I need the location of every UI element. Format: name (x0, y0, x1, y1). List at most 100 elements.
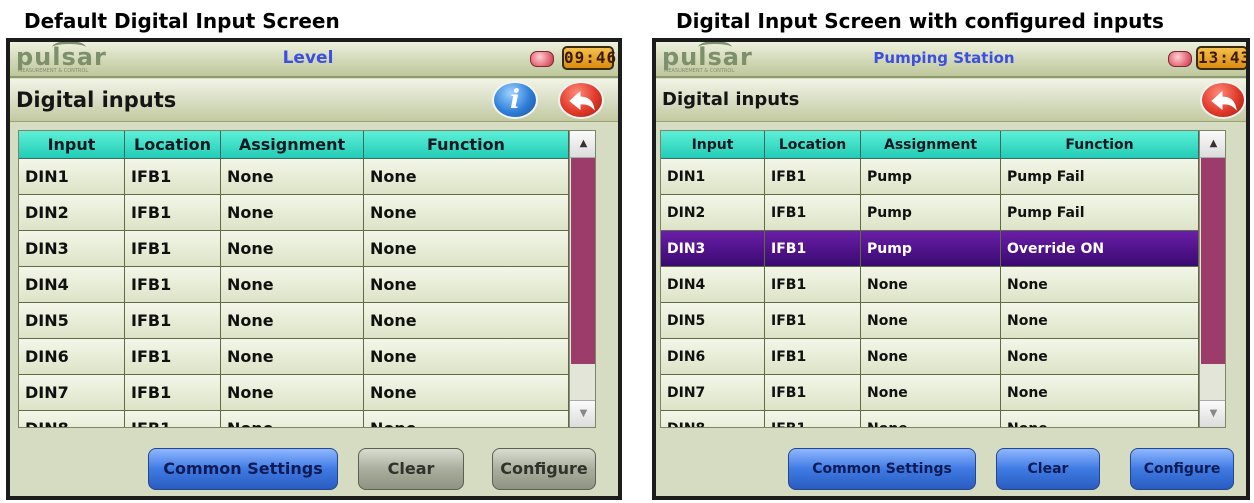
function-cell: None (364, 159, 569, 194)
table-header-row: Input Location Assignment Function (661, 131, 1199, 159)
table-header-row: Input Location Assignment Function (19, 131, 569, 159)
input-cell: DIN6 (661, 339, 765, 374)
column-header-location[interactable]: Location (765, 131, 861, 158)
scroll-up-arrow-icon[interactable]: ▲ (1200, 131, 1225, 158)
input-cell: DIN5 (661, 303, 765, 338)
function-cell: None (364, 267, 569, 302)
page-title: Digital inputs (662, 89, 800, 110)
back-arrow-icon (569, 90, 595, 111)
left-screen-panel: pulsar MEASUREMENT & CONTROL Level 09:46… (6, 38, 622, 500)
input-cell: DIN3 (19, 231, 125, 266)
table-row[interactable]: DIN8IFB1NoneNone (19, 411, 569, 427)
input-cell: DIN6 (19, 339, 125, 374)
back-button[interactable] (558, 81, 604, 119)
table-row[interactable]: DIN5 IFB1 None None (19, 303, 569, 339)
assignment-cell: None (861, 339, 1001, 374)
clear-button[interactable]: Clear (996, 448, 1100, 490)
header-title: Level (282, 48, 334, 68)
assignment-cell: None (861, 375, 1001, 410)
function-cell: None (1001, 303, 1199, 338)
scroll-thumb[interactable] (571, 158, 595, 364)
caption-default-screen: Default Digital Input Screen (24, 9, 340, 33)
clear-button[interactable]: Clear (358, 448, 464, 490)
function-cell: None (1001, 375, 1199, 410)
digital-inputs-table: Input Location Assignment Function DIN1 I… (18, 130, 596, 428)
assignment-cell: Pump (861, 231, 1001, 266)
input-cell: DIN2 (661, 195, 765, 230)
location-cell: IFB1 (125, 231, 221, 266)
location-cell: IFB1 (765, 195, 861, 230)
table-scrollbar[interactable]: ▲ ▼ (1199, 131, 1225, 427)
subtitle-bar: Digital inputs (656, 79, 1246, 122)
column-header-input[interactable]: Input (661, 131, 765, 158)
back-button[interactable] (1200, 81, 1246, 119)
location-cell: IFB1 (125, 339, 221, 374)
table-row[interactable]: DIN7 IFB1 None None (19, 375, 569, 411)
assignment-cell: Pump (861, 195, 1001, 230)
input-cell: DIN3 (661, 231, 765, 266)
function-cell: None (364, 375, 569, 410)
column-header-function[interactable]: Function (364, 131, 569, 158)
table-row[interactable]: DIN3 IFB1 Pump Override ON (661, 231, 1199, 267)
table-scrollbar[interactable]: ▲ ▼ (569, 131, 595, 427)
logo-tagline: MEASUREMENT & CONTROL (18, 68, 89, 74)
configure-button[interactable]: Configure (492, 448, 596, 490)
table-row[interactable]: DIN3 IFB1 None None (19, 231, 569, 267)
logo-arc-icon (52, 42, 86, 54)
location-cell: IFB1 (765, 267, 861, 302)
function-cell: None (1001, 339, 1199, 374)
table-row[interactable]: DIN4 IFB1 None None (19, 267, 569, 303)
scroll-up-arrow-icon[interactable]: ▲ (570, 131, 595, 158)
table-row[interactable]: DIN6 IFB1 None None (661, 339, 1199, 375)
header-title: Pumping Station (873, 49, 1015, 67)
function-cell: None (364, 339, 569, 374)
table-row[interactable]: DIN2 IFB1 Pump Pump Fail (661, 195, 1199, 231)
scroll-down-arrow-icon[interactable]: ▼ (1200, 400, 1225, 427)
input-cell: DIN4 (661, 267, 765, 302)
page-title: Digital inputs (16, 88, 177, 112)
clock-display: 09:46 (562, 46, 616, 70)
table-row[interactable]: DIN1 IFB1 None None (19, 159, 569, 195)
table-row[interactable]: DIN5 IFB1 None None (661, 303, 1199, 339)
header-bar: pulsar MEASUREMENT & CONTROL Pumping Sta… (656, 42, 1246, 78)
info-icon: i (510, 85, 520, 115)
table-row[interactable]: DIN6 IFB1 None None (19, 339, 569, 375)
input-cell: DIN8 (661, 411, 765, 427)
function-cell: None (364, 231, 569, 266)
logo-arc-icon (698, 42, 732, 54)
assignment-cell: None (221, 267, 364, 302)
common-settings-button[interactable]: Common Settings (148, 448, 338, 490)
table-row[interactable]: DIN8IFB1NoneNone (661, 411, 1199, 427)
configure-button[interactable]: Configure (1130, 448, 1234, 490)
assignment-cell: None (221, 231, 364, 266)
column-header-input[interactable]: Input (19, 131, 125, 158)
assignment-cell: None (221, 195, 364, 230)
scroll-thumb[interactable] (1201, 158, 1225, 364)
clock-display: 13:43 (1196, 46, 1246, 70)
input-cell: DIN1 (661, 159, 765, 194)
table-row[interactable]: DIN2 IFB1 None None (19, 195, 569, 231)
common-settings-button[interactable]: Common Settings (788, 448, 976, 490)
status-led-icon (530, 51, 554, 67)
function-cell: None (364, 411, 569, 427)
scroll-down-arrow-icon[interactable]: ▼ (570, 400, 595, 427)
input-cell: DIN8 (19, 411, 125, 427)
assignment-cell: None (861, 303, 1001, 338)
assignment-cell: None (861, 267, 1001, 302)
column-header-location[interactable]: Location (125, 131, 221, 158)
column-header-function[interactable]: Function (1001, 131, 1199, 158)
table-row[interactable]: DIN4 IFB1 None None (661, 267, 1199, 303)
location-cell: IFB1 (125, 195, 221, 230)
function-cell: None (364, 303, 569, 338)
location-cell: IFB1 (765, 339, 861, 374)
location-cell: IFB1 (125, 159, 221, 194)
location-cell: IFB1 (765, 303, 861, 338)
assignment-cell: None (221, 303, 364, 338)
function-cell: None (364, 195, 569, 230)
input-cell: DIN5 (19, 303, 125, 338)
table-row[interactable]: DIN1 IFB1 Pump Pump Fail (661, 159, 1199, 195)
info-button[interactable]: i (492, 81, 538, 119)
column-header-assignment[interactable]: Assignment (221, 131, 364, 158)
table-row[interactable]: DIN7 IFB1 None None (661, 375, 1199, 411)
column-header-assignment[interactable]: Assignment (861, 131, 1001, 158)
